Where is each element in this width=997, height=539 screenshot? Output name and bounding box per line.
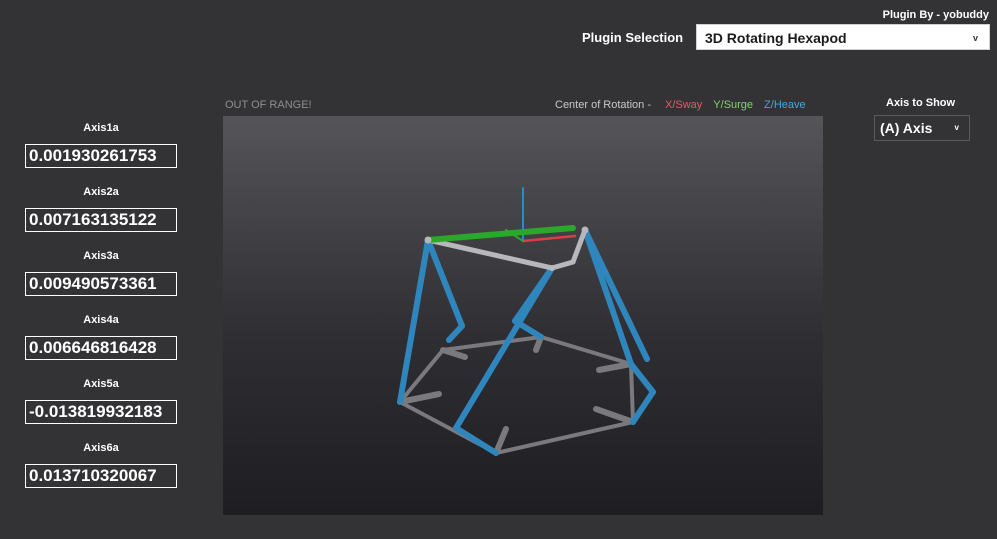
chevron-down-icon: v	[972, 33, 978, 43]
axis-name: Axis3a	[83, 250, 119, 262]
plugin-selection-label: Plugin Selection	[582, 30, 684, 45]
x-sway-axis	[521, 234, 577, 243]
axis-value-field[interactable]: 0.001930261753	[25, 144, 177, 168]
legend-x: X/Sway	[665, 99, 703, 111]
axis-value-field[interactable]: 0.009490573361	[25, 272, 177, 296]
base-edge	[441, 335, 543, 352]
hexapod-viewport[interactable]	[223, 116, 823, 515]
actuator	[453, 425, 499, 456]
axis-item-1: Axis1a 0.001930261753	[25, 122, 177, 168]
joint-node	[549, 265, 555, 271]
joint-node	[424, 236, 432, 244]
base-foot	[593, 406, 636, 425]
base-edge	[494, 420, 635, 455]
actuator	[446, 323, 465, 343]
axis-value-field[interactable]: 0.006646816428	[25, 336, 177, 360]
out-of-range-status: OUT OF RANGE!	[225, 99, 312, 111]
plugin-select[interactable]: 3D Rotating Hexapod v	[696, 24, 990, 50]
axis-name: Axis4a	[83, 314, 119, 326]
legend-label: Center of Rotation -	[555, 99, 651, 111]
axis-item-3: Axis3a 0.009490573361	[25, 250, 177, 296]
base-edge	[629, 362, 635, 424]
axis-value-field[interactable]: -0.013819932183	[25, 400, 177, 424]
actuator	[582, 227, 634, 367]
plugin-by-label: Plugin By - yobuddy	[882, 9, 989, 21]
base-foot	[596, 361, 634, 373]
legend-y: Y/Surge	[713, 99, 754, 111]
actuator	[512, 318, 544, 340]
actuator	[630, 389, 656, 425]
axis-value-field[interactable]: 0.007163135122	[25, 208, 177, 232]
platform-edge	[425, 237, 555, 271]
axis-value: -0.013819932183	[26, 401, 176, 423]
hexapod-3d-scene	[397, 187, 656, 456]
axis-value: 0.013710320067	[26, 465, 176, 487]
axis-select[interactable]: (A) Axis v	[874, 115, 970, 141]
axis-value: 0.001930261753	[26, 145, 176, 167]
base-foot	[440, 347, 468, 360]
axis-value: 0.006646816428	[26, 337, 176, 359]
actuator	[628, 361, 656, 395]
legend-z: Z/Heave	[764, 99, 806, 111]
plugin-select-value: 3D Rotating Hexapod	[705, 30, 847, 46]
chevron-down-icon: v	[954, 123, 959, 132]
axis-value: 0.007163135122	[26, 209, 176, 231]
axis-select-value: (A) Axis	[880, 120, 933, 136]
axis-item-6: Axis6a 0.013710320067	[25, 442, 177, 488]
axis-to-show-label: Axis to Show	[886, 97, 956, 109]
rotation-legend: Center of Rotation - X/Sway Y/Surge Z/Heave	[555, 99, 806, 111]
axis-value: 0.009490573361	[26, 273, 176, 295]
base-frame	[397, 334, 636, 456]
axis-item-5: Axis5a -0.013819932183	[25, 378, 177, 424]
platform-edge	[549, 259, 576, 271]
axis-name: Axis5a	[83, 378, 119, 390]
axis-name: Axis1a	[83, 122, 119, 134]
axis-item-4: Axis4a 0.006646816428	[25, 314, 177, 360]
axis-item-2: Axis2a 0.007163135122	[25, 186, 177, 232]
axis-name: Axis2a	[83, 186, 119, 198]
axis-name: Axis6a	[83, 442, 119, 454]
actuator	[425, 237, 465, 329]
axis-value-field[interactable]: 0.013710320067	[25, 464, 177, 488]
base-edge	[539, 335, 633, 366]
joint-node	[581, 226, 589, 234]
actuator	[397, 237, 431, 405]
